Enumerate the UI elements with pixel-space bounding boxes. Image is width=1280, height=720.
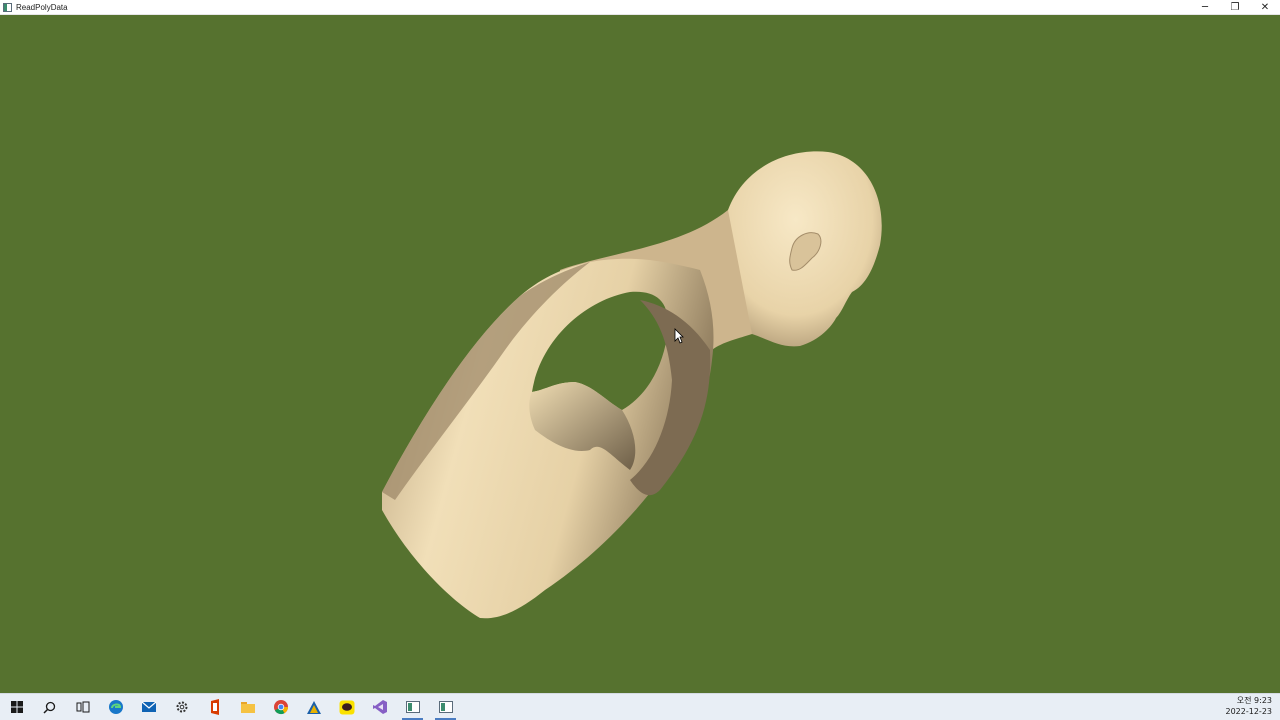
- kakaotalk-icon[interactable]: [330, 694, 363, 720]
- start-icon[interactable]: [0, 694, 33, 720]
- render-viewport[interactable]: [0, 15, 1280, 693]
- title-bar: ReadPolyData ─ ❐ ✕: [0, 0, 1280, 15]
- edge-icon[interactable]: [99, 694, 132, 720]
- mail-icon[interactable]: [132, 694, 165, 720]
- app-window-active-icon[interactable]: [429, 694, 462, 720]
- close-button[interactable]: ✕: [1250, 0, 1280, 15]
- task-view-icon[interactable]: [66, 694, 99, 720]
- minimize-button[interactable]: ─: [1190, 0, 1220, 15]
- window-controls: ─ ❐ ✕: [1190, 0, 1280, 15]
- taskbar: 오전 9:23 2022-12-23: [0, 693, 1280, 720]
- clock-time: 오전 9:23: [1236, 696, 1272, 705]
- chrome-icon[interactable]: [264, 694, 297, 720]
- 3d-model-render[interactable]: [0, 15, 1280, 693]
- office-icon[interactable]: [198, 694, 231, 720]
- file-explorer-icon[interactable]: [231, 694, 264, 720]
- autodesk-icon[interactable]: [297, 694, 330, 720]
- window-title: ReadPolyData: [16, 2, 68, 12]
- restore-button[interactable]: ❐: [1220, 0, 1250, 15]
- search-icon[interactable]: [33, 694, 66, 720]
- app-icon: [3, 2, 12, 12]
- app-window-icon[interactable]: [396, 694, 429, 720]
- visual-studio-icon[interactable]: [363, 694, 396, 720]
- clock-date: 2022-12-23: [1225, 707, 1273, 716]
- settings-icon[interactable]: [165, 694, 198, 720]
- mouse-cursor-icon: [674, 328, 684, 344]
- system-clock[interactable]: 오전 9:23 2022-12-23: [1226, 695, 1273, 717]
